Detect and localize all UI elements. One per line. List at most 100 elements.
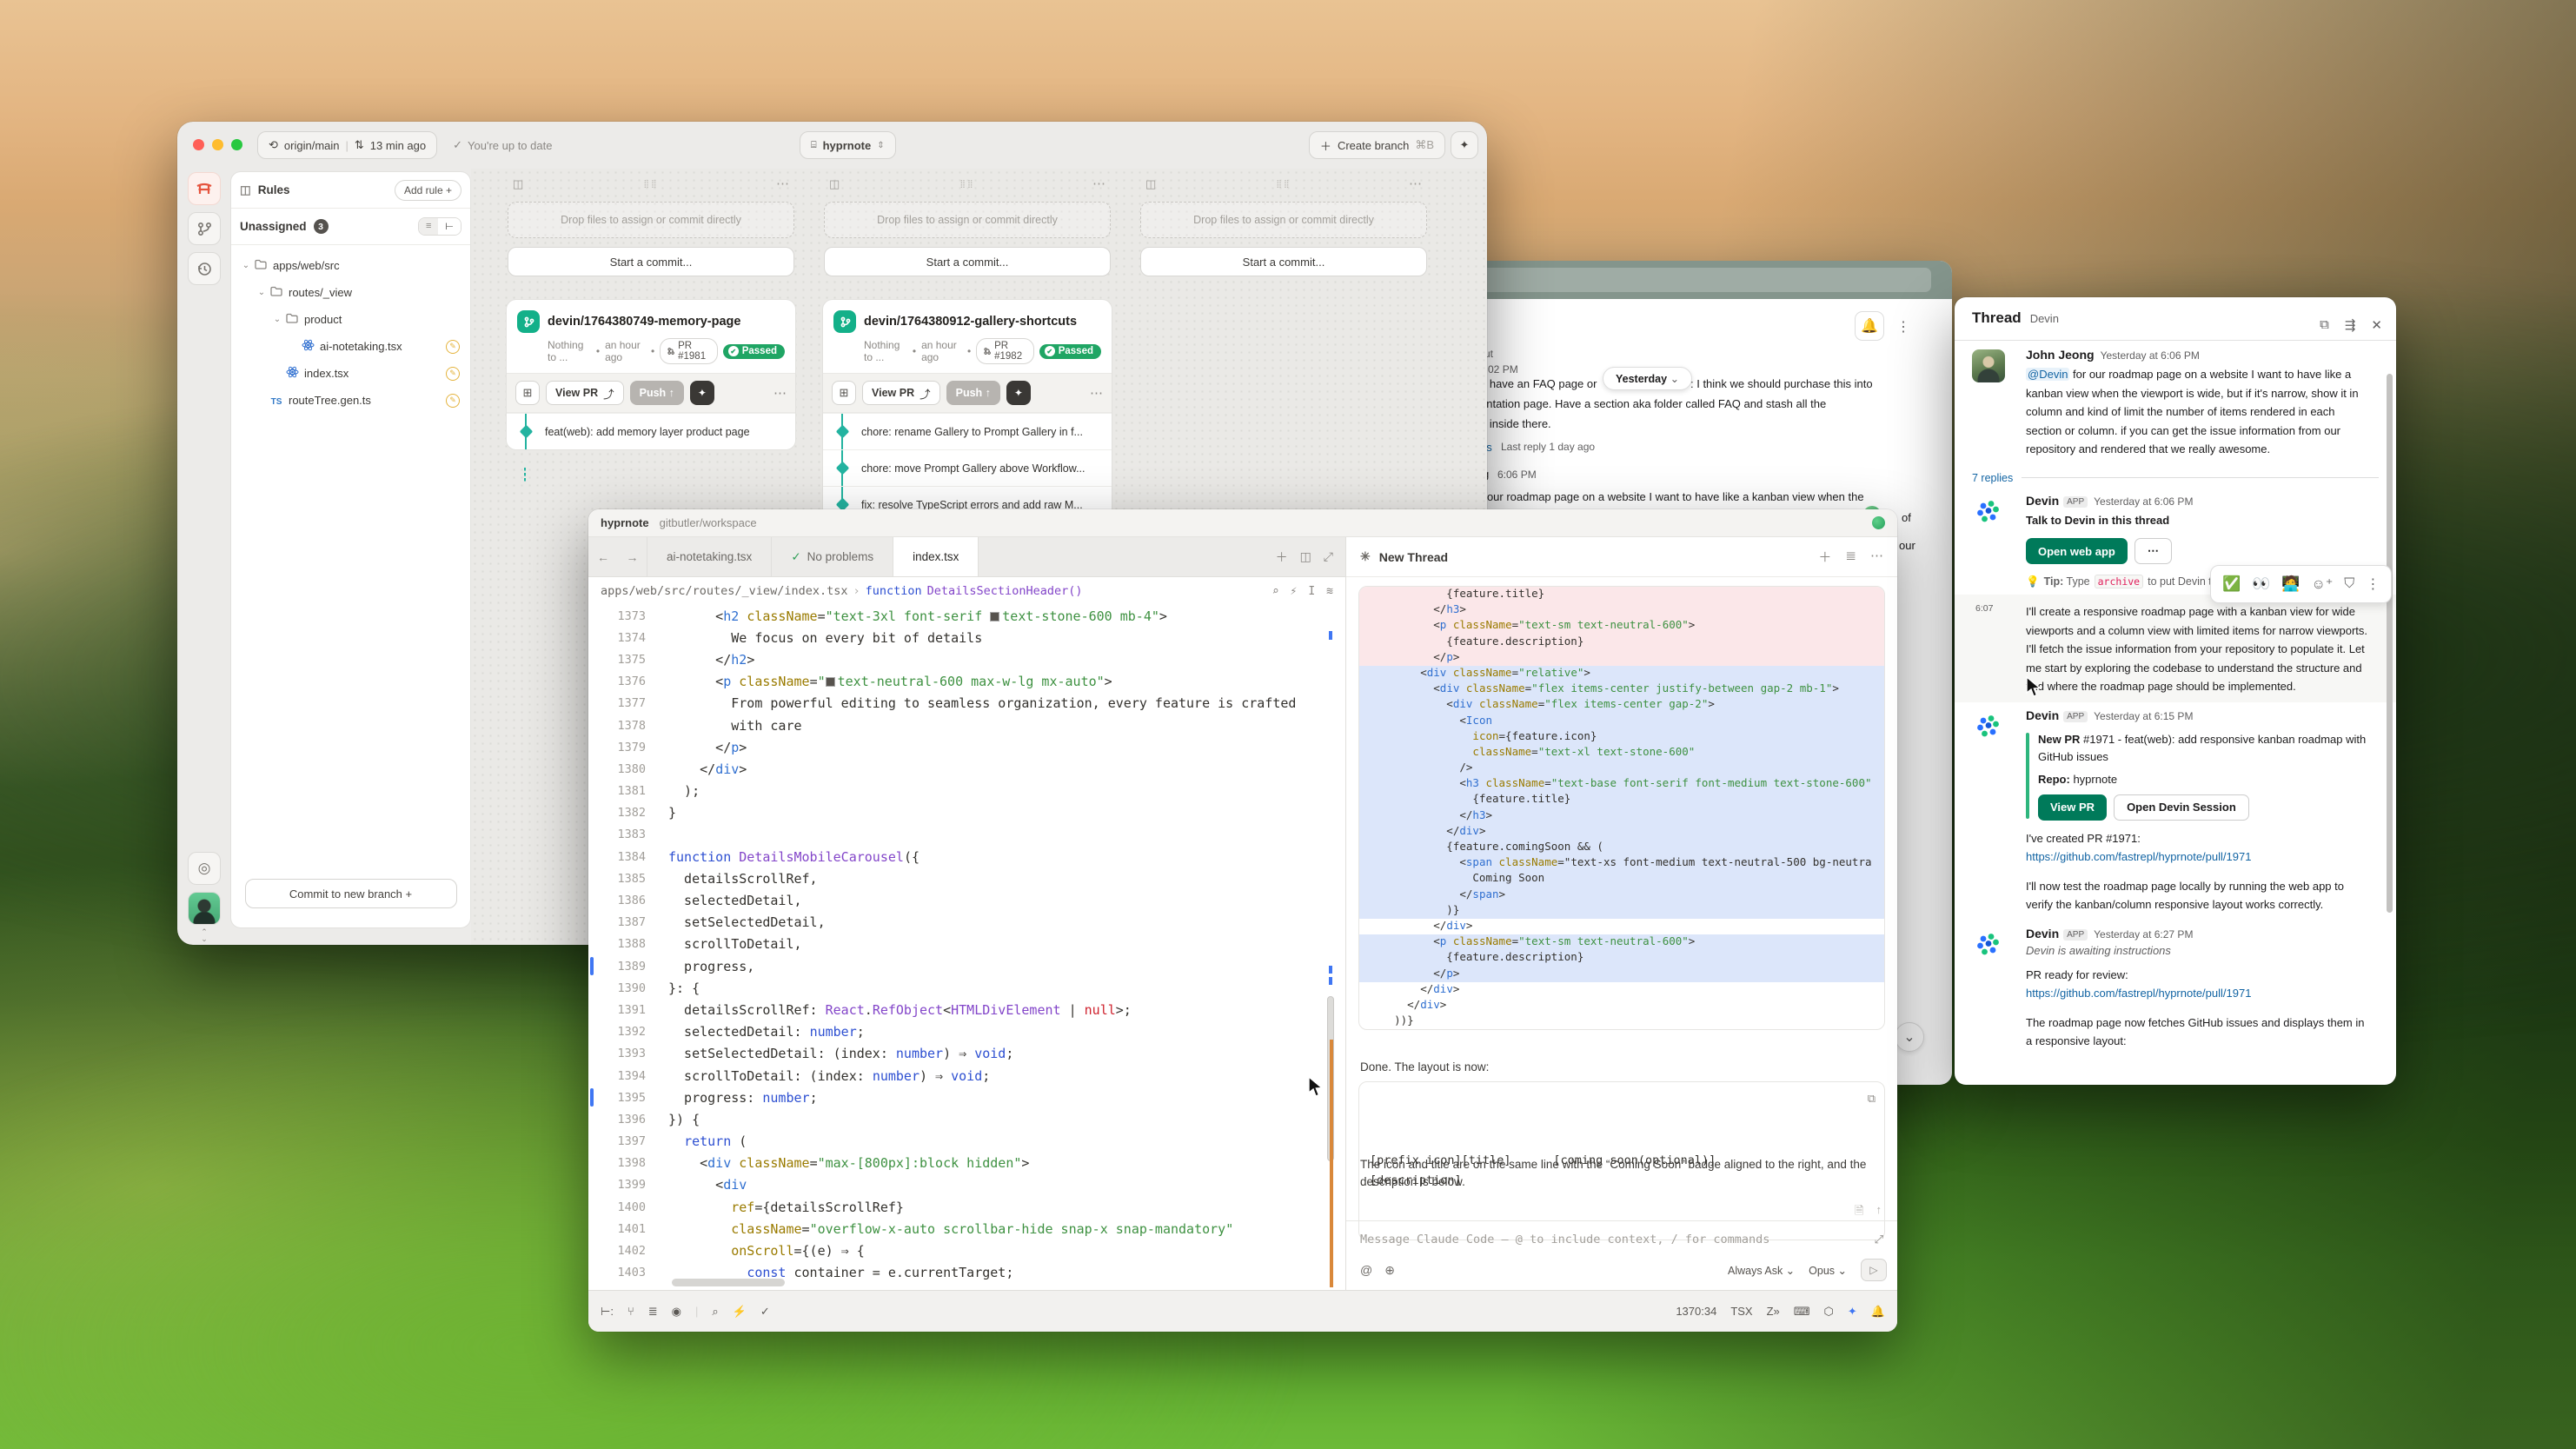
branch-card[interactable]: devin/1764380912-gallery-shortcutsNothin…	[822, 299, 1112, 523]
view-pr-button[interactable]: View PR ⤴	[546, 381, 624, 405]
copy-icon[interactable]: ⧉	[1868, 1089, 1876, 1109]
pr-link[interactable]: https://github.com/fastrepl/hyprnote/pul…	[2026, 984, 2251, 1003]
code-line[interactable]: 1388 scrollToDetail,	[588, 934, 1345, 955]
tab-index-tsx[interactable]: index.tsx	[893, 537, 979, 576]
lane-collapse-icon[interactable]: ◫	[829, 177, 840, 191]
terminal-icon[interactable]: ⌨	[1794, 1305, 1810, 1319]
nav-forward-button[interactable]: →	[618, 537, 647, 576]
ai-sparkle-icon[interactable]: ✦	[1848, 1305, 1857, 1319]
code-line[interactable]: 1378 with care	[588, 715, 1345, 736]
view-pr-button[interactable]: View PR ⤴	[862, 381, 940, 405]
card-menu-icon[interactable]: ⋯	[773, 385, 787, 401]
message-timestamp[interactable]: Yesterday at 6:06 PM	[2094, 495, 2193, 508]
actions-icon[interactable]: ⚡	[1291, 585, 1298, 598]
history-icon[interactable]	[188, 252, 221, 285]
code-line[interactable]: 1374 We focus on every bit of details	[588, 627, 1345, 648]
code-line[interactable]: 1385 detailsScrollRef,	[588, 867, 1345, 889]
tab-ai-notetaking[interactable]: ai-notetaking.tsx	[647, 537, 772, 576]
drop-zone[interactable]: Drop files to assign or commit directly	[824, 202, 1111, 238]
code-line[interactable]: 1393 setSelectedDetail: (index: number) …	[588, 1043, 1345, 1065]
lane-menu-icon[interactable]: ⋯	[776, 176, 789, 191]
push-button[interactable]: Push ↑	[946, 381, 1000, 405]
language-mode[interactable]: TSX	[1730, 1305, 1752, 1318]
replies-count[interactable]: 7 replies	[1972, 472, 2013, 484]
workspace-icon[interactable]	[188, 172, 221, 205]
mention-icon[interactable]: @	[1360, 1263, 1372, 1277]
project-panel-icon[interactable]: ⊢:	[601, 1305, 614, 1319]
markdown-icon[interactable]: 🗎	[1855, 1203, 1863, 1222]
scroll-up-icon[interactable]: ↑	[1876, 1203, 1882, 1222]
code-line[interactable]: 1400 ref={detailsScrollRef}	[588, 1196, 1345, 1218]
open-devin-session-button[interactable]: Open Devin Session	[2114, 794, 2249, 821]
project-switcher[interactable]: ⌸ hyprnote ⇕	[800, 131, 896, 159]
expand-icon[interactable]: ⤢	[1324, 549, 1333, 564]
code-line[interactable]: 1381 );	[588, 781, 1345, 802]
message-input[interactable]: Message Claude Code — @ to include conte…	[1360, 1233, 1862, 1246]
pr-badge[interactable]: PR #1981	[660, 338, 717, 364]
add-rule-button[interactable]: Add rule +	[395, 180, 461, 201]
minimize-button[interactable]	[212, 139, 223, 150]
session-indicator-icon[interactable]	[1872, 516, 1885, 529]
code-line[interactable]: 1384function DetailsMobileCarousel({	[588, 846, 1345, 867]
switcher-chevrons-icon[interactable]: ⌃⌄	[188, 928, 221, 942]
runnables-icon[interactable]: ⚡	[733, 1305, 747, 1319]
tree-item[interactable]: ⌄apps/web/src	[231, 252, 470, 279]
breadcrumb[interactable]: apps/web/src/routes/_view/index.tsx› fun…	[588, 577, 1345, 605]
ai-commit-icon[interactable]: ✦	[1006, 381, 1031, 405]
code-line[interactable]: 1392 selectedDetail: number;	[588, 1021, 1345, 1043]
code-line[interactable]: 1394 scrollToDetail: (index: number) ⇒ v…	[588, 1065, 1345, 1087]
message-timestamp[interactable]: Yesterday at 6:15 PM	[2094, 710, 2193, 722]
message-timestamp[interactable]: Yesterday at 6:27 PM	[2094, 928, 2193, 941]
pr-badge[interactable]: PR #1982	[976, 338, 1033, 364]
commit-row[interactable]: chore: rename Gallery to Prompt Gallery …	[823, 413, 1112, 449]
view-toggle[interactable]: ≡⊢	[418, 217, 461, 236]
send-button[interactable]: ▷	[1861, 1259, 1887, 1281]
search-icon[interactable]: ⌕	[1272, 585, 1279, 598]
sender-name[interactable]: John Jeong	[2026, 348, 2095, 362]
thread-scrollbar[interactable]	[2387, 374, 2393, 913]
code-line[interactable]: 1377 From powerful editing to seamless o…	[588, 693, 1345, 715]
thread-message[interactable]: DevinAPPYesterday at 6:27 PMDevin is awa…	[1955, 921, 2396, 1057]
code-line[interactable]: 1383	[588, 824, 1345, 846]
drop-zone[interactable]: Drop files to assign or commit directly	[1140, 202, 1427, 238]
code-line[interactable]: 1390}: {	[588, 977, 1345, 999]
new-thread-icon[interactable]: ＋	[1818, 548, 1831, 566]
tree-item[interactable]: index.tsx✎	[231, 360, 470, 387]
view-pr-button[interactable]: View PR	[2038, 794, 2107, 821]
filter-icon[interactable]: ⇶	[2345, 317, 2356, 333]
horizontal-scrollbar-thumb[interactable]	[672, 1279, 785, 1286]
assign-icon[interactable]: ⊞	[832, 381, 856, 405]
close-icon[interactable]: ✕	[2371, 317, 2382, 333]
list-view-icon[interactable]: ≡	[419, 218, 438, 235]
check-reaction-icon[interactable]: ✅	[2222, 575, 2241, 593]
close-button[interactable]	[193, 139, 204, 150]
commit-row[interactable]: feat(web): add memory layer product page	[507, 413, 795, 449]
notification-bell-icon[interactable]: 🔔	[1871, 1305, 1885, 1319]
add-reaction-icon[interactable]: ☺⁺	[2312, 575, 2334, 593]
date-jump-pill[interactable]: Yesterday ⌄	[1603, 367, 1692, 390]
code-line[interactable]: 1375 </h2>	[588, 648, 1345, 670]
outline-icon[interactable]: ≣	[648, 1305, 658, 1319]
lane-collapse-icon[interactable]: ◫	[1145, 177, 1156, 191]
eyes-reaction-icon[interactable]: 👀	[2252, 575, 2270, 593]
lane-drag-handle[interactable]: ⣿⣿	[1276, 179, 1291, 189]
editor-scrollbar[interactable]	[1325, 605, 1336, 1290]
lane-drag-handle[interactable]: ⣿⣿	[959, 179, 974, 189]
bell-icon[interactable]: 🔔	[1855, 311, 1884, 341]
code-line[interactable]: 1399 <div	[588, 1174, 1345, 1196]
permission-mode-select[interactable]: Always Ask ⌄	[1728, 1264, 1795, 1277]
push-button[interactable]: Push ↑	[630, 381, 684, 405]
diagnostics-summary[interactable]: ✓No problems	[772, 537, 893, 576]
code-line[interactable]: 1380 </div>	[588, 758, 1345, 780]
more-icon[interactable]: ⋯	[1870, 548, 1883, 566]
mention-link[interactable]: @Devin	[2026, 368, 2069, 381]
code-line[interactable]: 1397 return (	[588, 1131, 1345, 1153]
avatar[interactable]	[1972, 928, 2005, 961]
target-branch-button[interactable]: ⟲ origin/main | ⇅ 13 min ago	[257, 131, 437, 159]
code-line[interactable]: 1401 className="overflow-x-auto scrollba…	[588, 1218, 1345, 1240]
lane-collapse-icon[interactable]: ◫	[513, 177, 523, 191]
message-timestamp[interactable]: Yesterday at 6:06 PM	[2101, 349, 2200, 362]
tree-item[interactable]: ai-notetaking.tsx✎	[231, 333, 470, 360]
code-line[interactable]: 1373 <h2 className="text-3xl font-serif …	[588, 605, 1345, 627]
branches-icon[interactable]	[188, 212, 221, 245]
